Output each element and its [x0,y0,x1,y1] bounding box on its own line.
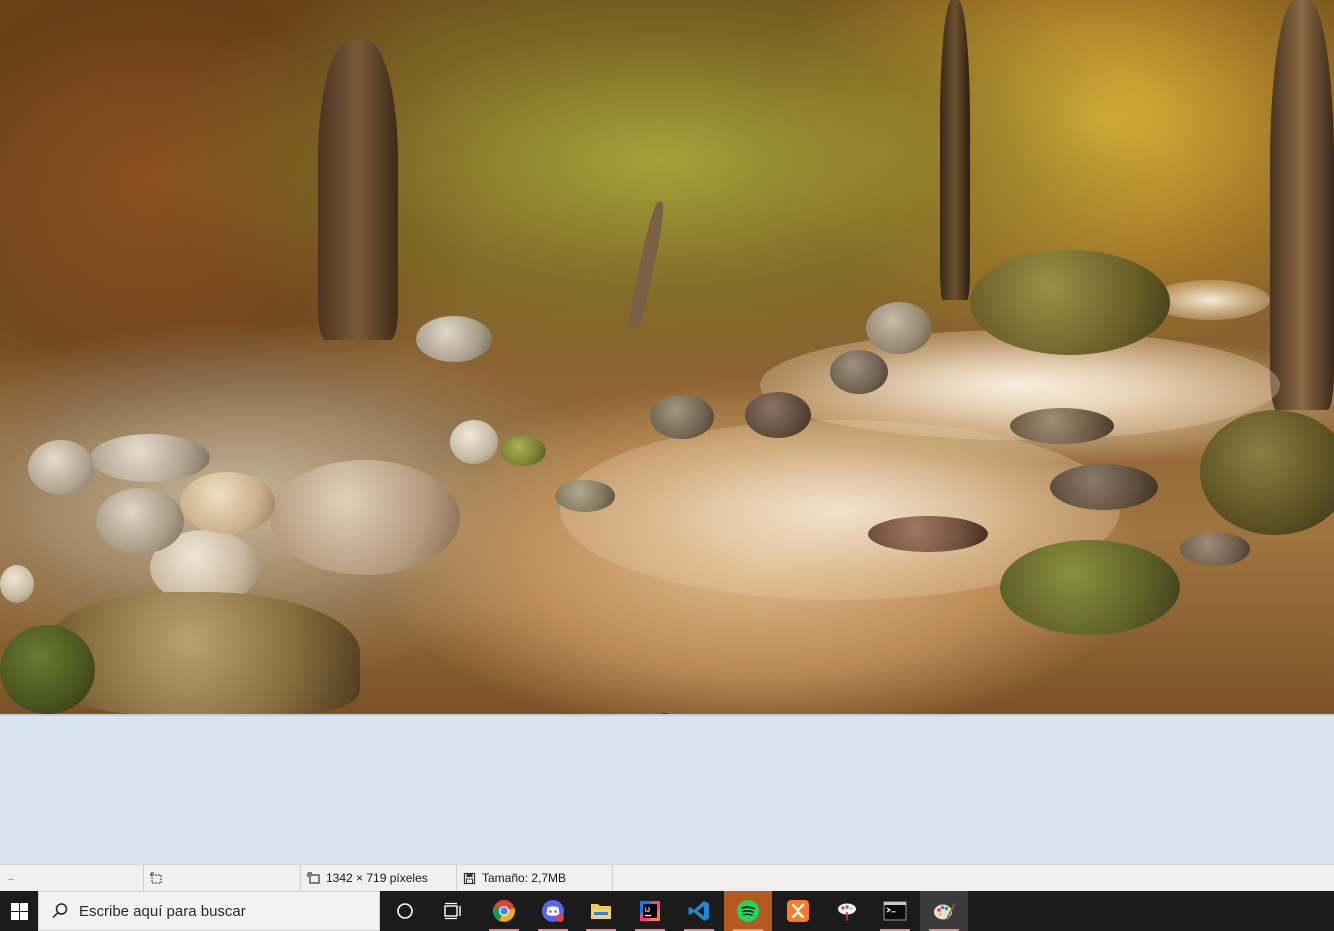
discord-icon [542,900,564,922]
taskbar-app-vscode[interactable] [675,891,723,931]
chrome-icon [492,900,515,922]
rock [450,420,498,464]
status-bar: → 1342 × 719 píxeles Tamaño: 2,7MB [0,864,1334,891]
folder-icon [591,904,611,919]
svg-text:IJ: IJ [645,908,650,914]
image-size-icon [307,871,320,885]
status-cursor-position: → [0,865,144,891]
cortana-button[interactable] [381,891,429,931]
save-disk-icon [463,872,476,885]
spotify-icon [737,900,759,922]
intellij-icon: IJ [640,901,660,921]
task-view-icon [444,902,461,920]
taskbar-app-spotify[interactable] [724,891,772,931]
rock [1200,410,1334,535]
rock [28,440,94,495]
dimensions-text: 1342 × 719 píxeles [326,871,428,885]
rock [270,460,460,575]
rock [555,480,615,512]
paint3d-icon [838,903,856,921]
windows-logo-icon [10,902,28,920]
windows-taskbar: Escribe aquí para buscar IJ [0,891,1334,931]
rock [1050,464,1158,510]
taskbar-app-terminal[interactable] [871,891,919,931]
start-button[interactable] [0,891,38,931]
canvas-workspace[interactable] [0,714,1334,864]
taskbar-app-discord[interactable] [529,891,577,931]
rock [96,488,184,554]
taskbar-app-paint-3d[interactable] [823,891,871,931]
cortana-circle-icon [397,903,413,919]
status-selection-size [144,865,301,891]
rock [180,472,275,534]
rock [866,302,932,354]
rock [1010,408,1114,444]
status-file-size: Tamaño: 2,7MB [457,865,613,891]
rock [50,592,360,714]
rock [745,392,811,438]
rock [830,350,888,394]
selection-icon [150,872,163,885]
rock [970,250,1170,355]
taskbar-search-box[interactable]: Escribe aquí para buscar [38,891,380,931]
taskbar-app-paint[interactable] [920,891,968,931]
tree-trunk [940,0,970,300]
rock [1180,532,1250,566]
vscode-icon [688,901,709,921]
cursor-arrow-icon: → [6,873,15,883]
rock [416,316,492,362]
paint-icon [934,903,955,920]
rock [90,434,210,482]
canvas-image[interactable] [0,0,1334,714]
task-view-button[interactable] [429,891,477,931]
tree-trunk [626,199,668,331]
xampp-icon [787,900,809,922]
rock [650,395,714,439]
rock [0,565,34,603]
tree-trunk [318,40,398,340]
rock [1000,540,1180,635]
rock [500,436,546,466]
terminal-icon [883,901,907,921]
rock [0,625,95,714]
rock [868,516,988,552]
taskbar-app-chrome[interactable] [480,891,528,931]
file-size-text: Tamaño: 2,7MB [482,871,567,885]
taskbar-app-file-explorer[interactable] [577,891,625,931]
search-placeholder: Escribe aquí para buscar [79,902,246,920]
status-image-dimensions: 1342 × 719 píxeles [301,865,457,891]
search-icon [52,903,68,919]
taskbar-app-intellij[interactable]: IJ [626,891,674,931]
taskbar-app-xampp[interactable] [774,891,822,931]
tree-trunk [1270,0,1334,410]
